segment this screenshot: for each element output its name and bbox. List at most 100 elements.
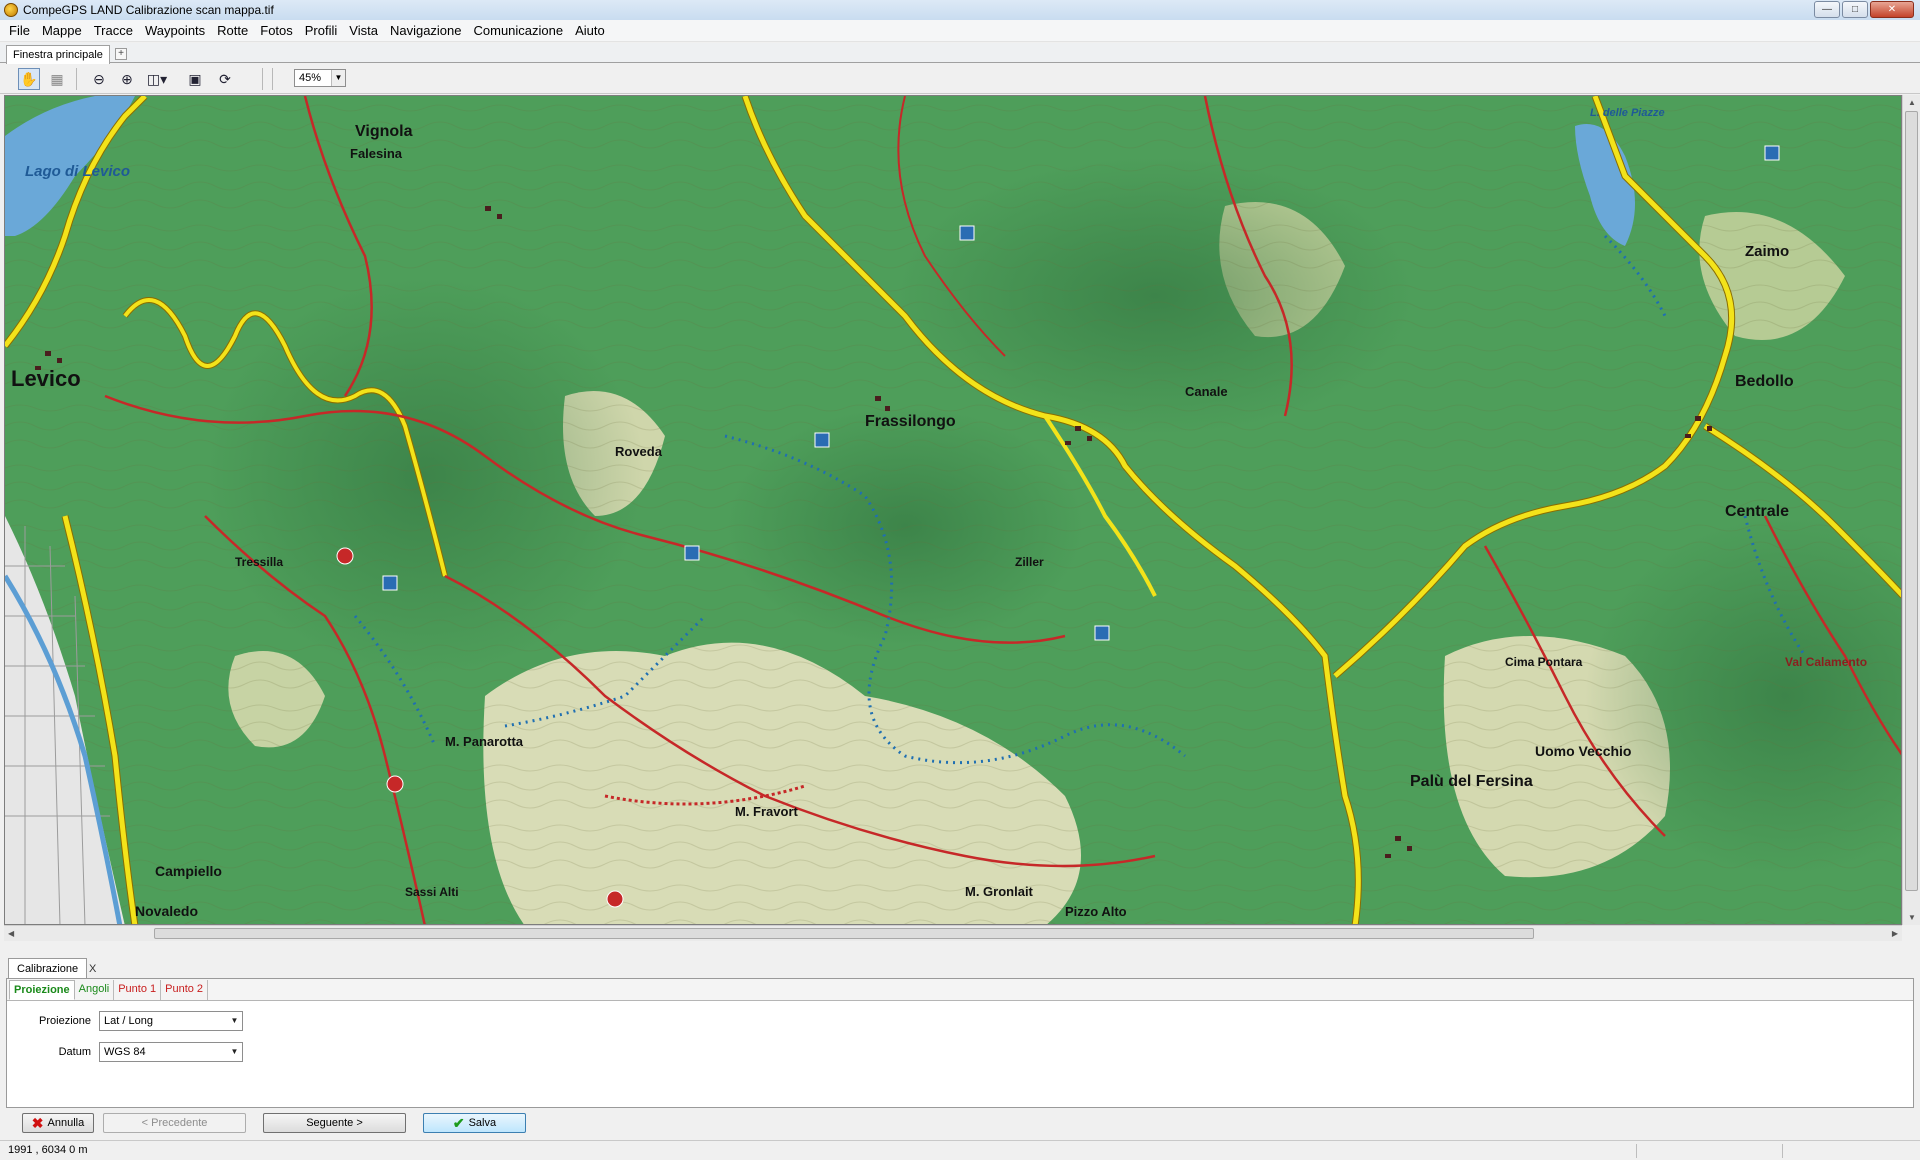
subtab-punto-1[interactable]: Punto 1 [114, 980, 162, 1000]
cancel-button[interactable]: ✖ Annulla [22, 1113, 94, 1133]
save-button-label: Salva [468, 1117, 497, 1129]
zoom-window-icon[interactable]: ◫▾ [146, 68, 168, 90]
map-vertical-scrollbar[interactable]: ▲ ▼ [1902, 95, 1920, 925]
subtab-proiezione[interactable]: Proiezione [9, 980, 75, 1000]
map-label: L. delle Piazze [1590, 107, 1665, 119]
scroll-right-icon[interactable]: ▶ [1892, 929, 1898, 938]
map-label: Tressilla [235, 555, 283, 569]
datum-value: WGS 84 [104, 1046, 146, 1058]
next-button[interactable]: Seguente > [263, 1113, 406, 1133]
menu-waypoints[interactable]: Waypoints [139, 20, 211, 42]
map-label: Levico [11, 366, 81, 391]
cursor-coordinates: 1991 , 6034 0 m [8, 1144, 88, 1156]
chevron-down-icon[interactable]: ▼ [227, 1012, 242, 1030]
map-label: M. Gronlait [965, 884, 1034, 899]
chevron-down-icon[interactable]: ▼ [227, 1043, 242, 1061]
cancel-button-label: Annulla [47, 1117, 85, 1129]
datum-label: Datum [58, 1046, 91, 1058]
map-horizontal-scrollbar[interactable]: ◀ ▶ [4, 925, 1902, 941]
document-tab-strip: Finestra principale + [0, 43, 1920, 64]
tab-finestra-principale[interactable]: Finestra principale [6, 45, 110, 64]
menu-vista[interactable]: Vista [343, 20, 384, 42]
map-label: Centrale [1725, 503, 1789, 520]
datum-row: Datum WGS 84 ▼ [7, 1042, 243, 1062]
maximize-icon[interactable]: □ [1842, 1, 1868, 18]
map-label: Campiello [155, 863, 222, 879]
toolbar: ✋ ▦ ⊖ ⊕ ◫▾ ▣ ⟳ 45% ▼ [0, 64, 1920, 94]
menu-fotos[interactable]: Fotos [254, 20, 299, 42]
zoom-in-icon[interactable]: ⊕ [116, 68, 138, 90]
zoom-level-select[interactable]: 45% ▼ [294, 69, 346, 87]
scroll-down-icon[interactable]: ▼ [1908, 913, 1916, 922]
projection-select[interactable]: Lat / Long ▼ [99, 1011, 243, 1031]
menu-navigazione[interactable]: Navigazione [384, 20, 468, 42]
map-label: Pizzo Alto [1065, 904, 1127, 919]
zoom-level-value: 45% [299, 72, 322, 84]
projection-value: Lat / Long [104, 1015, 153, 1027]
map-label: Zaimo [1745, 243, 1789, 260]
topographic-map[interactable]: Levico Lago di Levico Vignola Falesina F… [5, 96, 1902, 925]
menu-mappe[interactable]: Mappe [36, 20, 88, 42]
panel-tab-strip: Calibrazione X [0, 956, 1920, 979]
status-separator [1782, 1144, 1783, 1158]
scrollbar-thumb[interactable] [1905, 111, 1918, 891]
menu-profili[interactable]: Profili [299, 20, 344, 42]
refresh-icon[interactable]: ⟳ [214, 68, 236, 90]
title-bar: CompeGPS LAND Calibrazione scan mappa.ti… [0, 0, 1920, 20]
previous-button-label: < Precedente [141, 1117, 208, 1129]
wizard-button-bar: ✖ Annulla < Precedente Seguente > ✔ Salv… [0, 1110, 1920, 1136]
map-label: Novaledo [135, 903, 198, 919]
scroll-up-icon[interactable]: ▲ [1908, 98, 1916, 107]
map-label: M. Panarotta [445, 734, 524, 749]
map-label: Cima Pontara [1505, 655, 1583, 669]
zoom-out-icon[interactable]: ⊖ [88, 68, 110, 90]
projection-label: Proiezione [39, 1015, 91, 1027]
previous-button[interactable]: < Precedente [103, 1113, 246, 1133]
app-logo-icon [4, 3, 18, 17]
calibration-subtabs: Proiezione Angoli Punto 1 Punto 2 [7, 979, 1913, 1001]
map-label: Frassilongo [865, 413, 956, 430]
scrollbar-thumb[interactable] [154, 928, 1534, 939]
subtab-punto-2[interactable]: Punto 2 [161, 980, 209, 1000]
select-icon[interactable]: ▦ [46, 68, 68, 90]
save-button[interactable]: ✔ Salva [423, 1113, 526, 1133]
add-tab-button[interactable]: + [115, 48, 127, 60]
map-label: Canale [1185, 384, 1228, 399]
chevron-down-icon[interactable]: ▼ [331, 70, 345, 86]
close-panel-icon[interactable]: X [89, 963, 96, 975]
menu-tracce[interactable]: Tracce [88, 20, 139, 42]
menu-rotte[interactable]: Rotte [211, 20, 254, 42]
menu-comunicazione[interactable]: Comunicazione [468, 20, 570, 42]
window-title: CompeGPS LAND Calibrazione scan mappa.ti… [23, 3, 274, 17]
window-controls: — □ ✕ [1814, 1, 1914, 18]
menu-bar: File Mappe Tracce Waypoints Rotte Fotos … [0, 20, 1920, 42]
minimize-icon[interactable]: — [1814, 1, 1840, 18]
map-label: M. Fravort [735, 804, 799, 819]
map-label: Falesina [350, 146, 403, 161]
calibration-panel: Proiezione Angoli Punto 1 Punto 2 Proiez… [6, 978, 1914, 1108]
status-bar: 1991 , 6034 0 m [0, 1140, 1920, 1160]
tab-calibrazione[interactable]: Calibrazione [8, 958, 88, 979]
map-canvas[interactable]: Levico Lago di Levico Vignola Falesina F… [4, 95, 1902, 925]
map-label: Palù del Fersina [1410, 773, 1533, 790]
menu-file[interactable]: File [3, 20, 36, 42]
cancel-x-icon: ✖ [31, 1114, 44, 1131]
close-icon[interactable]: ✕ [1870, 1, 1914, 18]
subtab-angoli[interactable]: Angoli [75, 980, 115, 1000]
toolbar-separator [76, 68, 77, 90]
map-label: Sassi Alti [405, 885, 459, 899]
hand-pan-icon[interactable]: ✋ [18, 68, 40, 90]
map-label: Roveda [615, 444, 663, 459]
map-label: Uomo Vecchio [1535, 743, 1631, 759]
projection-row: Proiezione Lat / Long ▼ [7, 1011, 243, 1031]
map-view-icon[interactable]: ▣ [184, 68, 206, 90]
datum-select[interactable]: WGS 84 ▼ [99, 1042, 243, 1062]
checkmark-icon: ✔ [452, 1114, 465, 1131]
map-label: Ziller [1015, 555, 1044, 569]
map-label: Lago di Levico [25, 163, 130, 180]
menu-aiuto[interactable]: Aiuto [569, 20, 611, 42]
status-separator [1636, 1144, 1637, 1158]
scroll-left-icon[interactable]: ◀ [8, 929, 14, 938]
toolbar-separator [272, 68, 273, 90]
map-label: Bedollo [1735, 373, 1794, 390]
